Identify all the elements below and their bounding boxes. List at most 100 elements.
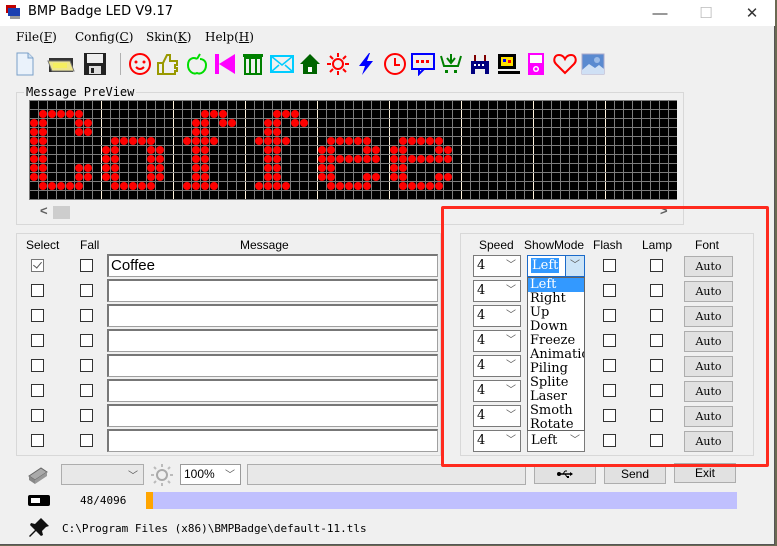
showmode-option[interactable]: Splite: [528, 376, 584, 390]
preview-scrollbar[interactable]: < >: [36, 203, 680, 219]
speed-select[interactable]: 4 ﹀: [473, 355, 521, 377]
shopping-cart-button[interactable]: [438, 50, 464, 78]
message-input[interactable]: [107, 329, 438, 352]
space-invader-button[interactable]: [467, 50, 493, 78]
select-checkbox[interactable]: [31, 309, 44, 322]
save-button[interactable]: [82, 50, 108, 78]
message-input[interactable]: [107, 304, 438, 327]
brightness-select[interactable]: 100% ﹀: [180, 464, 241, 485]
music-player-button[interactable]: [523, 50, 549, 78]
fall-checkbox[interactable]: [80, 309, 93, 322]
fall-checkbox[interactable]: [80, 259, 93, 272]
fall-checkbox[interactable]: [80, 284, 93, 297]
select-checkbox[interactable]: [31, 359, 44, 372]
showmode-option[interactable]: Piling: [528, 362, 584, 376]
message-input[interactable]: [107, 429, 438, 452]
exit-button[interactable]: Exit: [674, 463, 736, 483]
computer-monitor-button[interactable]: [495, 50, 521, 78]
showmode-option[interactable]: Right: [528, 292, 584, 306]
new-file-button[interactable]: [12, 50, 38, 78]
select-checkbox[interactable]: [31, 434, 44, 447]
chat-bubble-button[interactable]: [410, 50, 436, 78]
send-button[interactable]: Send: [604, 464, 666, 484]
fall-checkbox[interactable]: [80, 334, 93, 347]
flash-checkbox[interactable]: [603, 359, 616, 372]
scroll-thumb[interactable]: [53, 206, 70, 219]
sun-button[interactable]: [325, 50, 351, 78]
font-auto-button[interactable]: Auto: [684, 256, 733, 277]
speed-select[interactable]: 4 ﹀: [473, 305, 521, 327]
scroll-left-arrow[interactable]: <: [40, 203, 48, 218]
showmode-option[interactable]: Laser: [528, 390, 584, 404]
showmode-select[interactable]: Left ﹀: [527, 255, 585, 277]
rewind-flag-button[interactable]: [212, 50, 238, 78]
showmode-option[interactable]: Left: [528, 278, 584, 292]
flash-checkbox[interactable]: [603, 409, 616, 422]
menu-skin[interactable]: Skin(K): [146, 30, 191, 44]
minimize-button[interactable]: —: [637, 0, 683, 26]
thumbs-up-button[interactable]: [155, 50, 181, 78]
showmode-option[interactable]: Animation: [528, 348, 584, 362]
apple-button[interactable]: [184, 50, 210, 78]
heart-button[interactable]: [552, 50, 578, 78]
lamp-checkbox[interactable]: [650, 284, 663, 297]
speed-select[interactable]: 4 ﹀: [473, 405, 521, 427]
showmode-option[interactable]: Down: [528, 320, 584, 334]
message-input[interactable]: [107, 354, 438, 377]
select-checkbox[interactable]: [31, 284, 44, 297]
usb-connect-button[interactable]: [534, 464, 596, 484]
lamp-checkbox[interactable]: [650, 434, 663, 447]
message-input[interactable]: Coffee: [107, 254, 438, 277]
showmode-select[interactable]: Left ﹀: [527, 430, 585, 452]
fall-checkbox[interactable]: [80, 359, 93, 372]
maximize-button[interactable]: ☐: [683, 0, 729, 26]
lamp-checkbox[interactable]: [650, 409, 663, 422]
font-auto-button[interactable]: Auto: [684, 356, 733, 377]
font-auto-button[interactable]: Auto: [684, 331, 733, 352]
port-select[interactable]: ﹀: [61, 464, 144, 485]
envelope-button[interactable]: [269, 50, 295, 78]
speed-select[interactable]: 4 ﹀: [473, 330, 521, 352]
fall-checkbox[interactable]: [80, 409, 93, 422]
showmode-option[interactable]: Smoth: [528, 404, 584, 418]
font-auto-button[interactable]: Auto: [684, 406, 733, 427]
select-checkbox[interactable]: [31, 409, 44, 422]
lamp-checkbox[interactable]: [650, 384, 663, 397]
font-auto-button[interactable]: Auto: [684, 306, 733, 327]
font-auto-button[interactable]: Auto: [684, 381, 733, 402]
speed-select[interactable]: 4 ﹀: [473, 430, 521, 452]
message-input[interactable]: [107, 279, 438, 302]
speed-select[interactable]: 4 ﹀: [473, 255, 521, 277]
lightning-button[interactable]: [353, 50, 379, 78]
house-button[interactable]: [297, 50, 323, 78]
fall-checkbox[interactable]: [80, 434, 93, 447]
trash-can-button[interactable]: [240, 50, 266, 78]
menu-help[interactable]: Help(H): [205, 30, 254, 44]
showmode-option[interactable]: Up: [528, 306, 584, 320]
lamp-checkbox[interactable]: [650, 334, 663, 347]
font-auto-button[interactable]: Auto: [684, 431, 733, 452]
smiley-face-button[interactable]: [127, 50, 153, 78]
flash-checkbox[interactable]: [603, 309, 616, 322]
message-input[interactable]: [107, 404, 438, 427]
select-checkbox[interactable]: [31, 384, 44, 397]
lamp-checkbox[interactable]: [650, 309, 663, 322]
menu-file[interactable]: File(F): [16, 30, 57, 44]
picture-button[interactable]: [580, 50, 606, 78]
speed-select[interactable]: 4 ﹀: [473, 380, 521, 402]
showmode-option[interactable]: Rotate: [528, 418, 584, 431]
flash-checkbox[interactable]: [603, 334, 616, 347]
flash-checkbox[interactable]: [603, 284, 616, 297]
fall-checkbox[interactable]: [80, 384, 93, 397]
select-checkbox[interactable]: [31, 334, 44, 347]
flash-checkbox[interactable]: [603, 434, 616, 447]
speed-select[interactable]: 4 ﹀: [473, 280, 521, 302]
select-checkbox[interactable]: [31, 259, 44, 272]
scroll-right-arrow[interactable]: >: [660, 203, 668, 218]
menu-config[interactable]: Config(C): [75, 30, 133, 44]
font-auto-button[interactable]: Auto: [684, 281, 733, 302]
flash-checkbox[interactable]: [603, 259, 616, 272]
open-file-button[interactable]: [46, 50, 78, 78]
flash-checkbox[interactable]: [603, 384, 616, 397]
showmode-option[interactable]: Freeze: [528, 334, 584, 348]
